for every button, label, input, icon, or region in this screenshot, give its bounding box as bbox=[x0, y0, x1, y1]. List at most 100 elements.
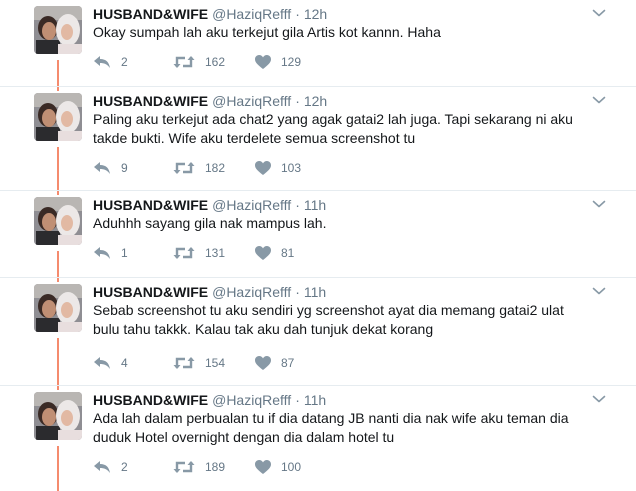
like-count: 81 bbox=[281, 246, 295, 260]
chevron-down-icon[interactable] bbox=[592, 8, 606, 18]
separator-dot: · bbox=[295, 93, 300, 109]
reply-icon bbox=[94, 162, 110, 174]
user-handle[interactable]: @HaziqRefff bbox=[212, 93, 291, 109]
tweet-header: HUSBAND&WIFE @HaziqRefff · 12h bbox=[93, 5, 327, 23]
retweet-button[interactable]: 182 bbox=[173, 160, 225, 176]
reply-count: 4 bbox=[121, 356, 128, 370]
retweet-button[interactable]: 154 bbox=[173, 355, 225, 371]
chevron-down-icon[interactable] bbox=[592, 394, 606, 404]
reply-count: 1 bbox=[121, 246, 128, 260]
display-name[interactable]: HUSBAND&WIFE bbox=[93, 6, 208, 22]
tweet-text: Ada lah dalam perbualan tu if dia datang… bbox=[93, 410, 569, 445]
retweet-button[interactable]: 131 bbox=[173, 245, 225, 261]
avatar[interactable] bbox=[34, 392, 82, 440]
like-button[interactable]: 81 bbox=[255, 245, 294, 261]
separator-dot: · bbox=[295, 392, 300, 408]
display-name[interactable]: HUSBAND&WIFE bbox=[93, 392, 208, 408]
display-name[interactable]: HUSBAND&WIFE bbox=[93, 284, 208, 300]
reply-icon bbox=[94, 357, 110, 369]
like-button[interactable]: 129 bbox=[255, 54, 301, 70]
thread-connector bbox=[57, 386, 59, 390]
retweet-icon bbox=[173, 247, 195, 259]
reply-count: 9 bbox=[121, 161, 128, 175]
chevron-down-icon[interactable] bbox=[592, 286, 606, 296]
retweet-icon bbox=[173, 56, 195, 68]
tweet-header: HUSBAND&WIFE @HaziqRefff · 11h bbox=[93, 391, 326, 409]
user-handle[interactable]: @HaziqRefff bbox=[212, 284, 291, 300]
tweet-text: Okay sumpah lah aku terkejut gila Artis … bbox=[93, 24, 441, 40]
retweet-count: 131 bbox=[205, 246, 226, 260]
retweet-icon bbox=[173, 162, 195, 174]
timestamp[interactable]: 11h bbox=[304, 392, 326, 408]
timestamp[interactable]: 11h bbox=[304, 284, 326, 300]
like-button[interactable]: 100 bbox=[255, 459, 301, 475]
like-button[interactable]: 87 bbox=[255, 355, 294, 371]
timestamp[interactable]: 12h bbox=[304, 6, 327, 22]
separator-dot: · bbox=[295, 197, 300, 213]
tweet[interactable]: HUSBAND&WIFE @HaziqRefff · 11h Aduhhh sayan… bbox=[0, 191, 636, 278]
thread-connector bbox=[57, 87, 59, 91]
display-name[interactable]: HUSBAND&WIFE bbox=[93, 197, 208, 213]
tweet[interactable]: HUSBAND&WIFE @HaziqRefff · 11h Sebab screen… bbox=[0, 278, 636, 386]
chevron-down-icon[interactable] bbox=[592, 95, 606, 105]
avatar[interactable] bbox=[34, 284, 82, 332]
reply-icon bbox=[94, 461, 110, 473]
tweet[interactable]: HUSBAND&WIFE @HaziqRefff · 12h Paling aku t… bbox=[0, 87, 636, 191]
separator-dot: · bbox=[295, 284, 300, 300]
avatar[interactable] bbox=[34, 197, 82, 245]
reply-button[interactable]: 9 bbox=[93, 160, 128, 176]
reply-icon bbox=[94, 247, 110, 259]
reply-button[interactable]: 2 bbox=[93, 54, 128, 70]
tweet[interactable]: HUSBAND&WIFE @HaziqRefff · 11h Ada lah dala… bbox=[0, 386, 636, 491]
heart-icon bbox=[255, 55, 271, 69]
tweet-header: HUSBAND&WIFE @HaziqRefff · 11h bbox=[93, 283, 326, 301]
timestamp[interactable]: 12h bbox=[304, 93, 327, 109]
avatar[interactable] bbox=[34, 6, 82, 54]
heart-icon bbox=[255, 161, 271, 175]
reply-count: 2 bbox=[121, 460, 128, 474]
retweet-icon bbox=[173, 461, 195, 473]
retweet-count: 162 bbox=[205, 55, 226, 69]
reply-button[interactable]: 1 bbox=[93, 245, 128, 261]
like-count: 87 bbox=[281, 356, 295, 370]
thread-connector bbox=[57, 338, 59, 386]
retweet-icon bbox=[173, 357, 195, 369]
tweet-text: Sebab screenshot tu aku sendiri yg scree… bbox=[93, 302, 564, 337]
heart-icon bbox=[255, 460, 271, 474]
display-name[interactable]: HUSBAND&WIFE bbox=[93, 93, 208, 109]
reply-icon bbox=[94, 56, 110, 68]
retweet-count: 154 bbox=[205, 356, 226, 370]
thread-connector bbox=[57, 60, 59, 87]
reply-button[interactable]: 4 bbox=[93, 355, 128, 371]
retweet-button[interactable]: 162 bbox=[173, 54, 225, 70]
like-button[interactable]: 103 bbox=[255, 160, 301, 176]
thread-connector bbox=[57, 191, 59, 195]
thread-connector bbox=[57, 251, 59, 278]
like-count: 100 bbox=[281, 460, 302, 474]
tweet-text: Aduhhh sayang gila nak mampus lah. bbox=[93, 215, 327, 231]
chevron-down-icon[interactable] bbox=[592, 199, 606, 209]
tweet-header: HUSBAND&WIFE @HaziqRefff · 11h bbox=[93, 196, 326, 214]
user-handle[interactable]: @HaziqRefff bbox=[212, 392, 291, 408]
thread-connector bbox=[57, 278, 59, 282]
reply-button[interactable]: 2 bbox=[93, 459, 128, 475]
retweet-count: 189 bbox=[205, 460, 226, 474]
retweet-button[interactable]: 189 bbox=[173, 459, 225, 475]
user-handle[interactable]: @HaziqRefff bbox=[212, 197, 291, 213]
like-count: 103 bbox=[281, 161, 302, 175]
retweet-count: 182 bbox=[205, 161, 226, 175]
reply-count: 2 bbox=[121, 55, 128, 69]
tweet-thread: HUSBAND&WIFE @HaziqRefff · 12h Okay sumpah … bbox=[0, 0, 636, 491]
like-count: 129 bbox=[281, 55, 302, 69]
avatar[interactable] bbox=[34, 93, 82, 141]
separator-dot: · bbox=[295, 6, 300, 22]
thread-connector bbox=[57, 147, 59, 191]
tweet-text: Paling aku terkejut ada chat2 yang agak … bbox=[93, 111, 573, 146]
user-handle[interactable]: @HaziqRefff bbox=[212, 6, 291, 22]
thread-connector bbox=[57, 446, 59, 491]
heart-icon bbox=[255, 246, 271, 260]
tweet-header: HUSBAND&WIFE @HaziqRefff · 12h bbox=[93, 92, 327, 110]
timestamp[interactable]: 11h bbox=[304, 197, 326, 213]
heart-icon bbox=[255, 356, 271, 370]
tweet[interactable]: HUSBAND&WIFE @HaziqRefff · 12h Okay sumpah … bbox=[0, 0, 636, 87]
